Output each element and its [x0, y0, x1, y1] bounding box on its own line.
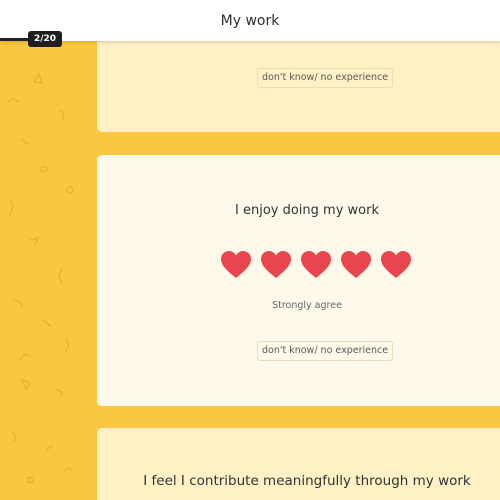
- heart-icon[interactable]: [260, 250, 292, 280]
- heart-icon[interactable]: [380, 250, 412, 280]
- heart-icon[interactable]: [300, 250, 332, 280]
- heart-icon[interactable]: [340, 250, 372, 280]
- page-title: My work: [220, 12, 280, 29]
- heart-icon[interactable]: [220, 250, 252, 280]
- background-doodles: [7, 72, 74, 484]
- question-card-next[interactable]: I feel I contribute meaningfully through…: [97, 428, 500, 500]
- rating-label: Strongly agree: [272, 300, 342, 311]
- question-card-current: I enjoy doing my work Strongly agree don…: [97, 155, 500, 406]
- progress-fill: [0, 38, 30, 41]
- dont-know-button[interactable]: don't know/ no experience: [257, 341, 394, 361]
- heart-rating: [220, 250, 412, 280]
- question-text: I enjoy doing my work: [235, 203, 379, 218]
- header-bar: My work: [0, 0, 500, 41]
- progress-bar: [0, 38, 500, 41]
- question-text: I feel I contribute meaningfully through…: [143, 473, 471, 489]
- dont-know-button[interactable]: don't know/ no experience: [257, 68, 394, 88]
- progress-counter: 2/20: [28, 31, 63, 47]
